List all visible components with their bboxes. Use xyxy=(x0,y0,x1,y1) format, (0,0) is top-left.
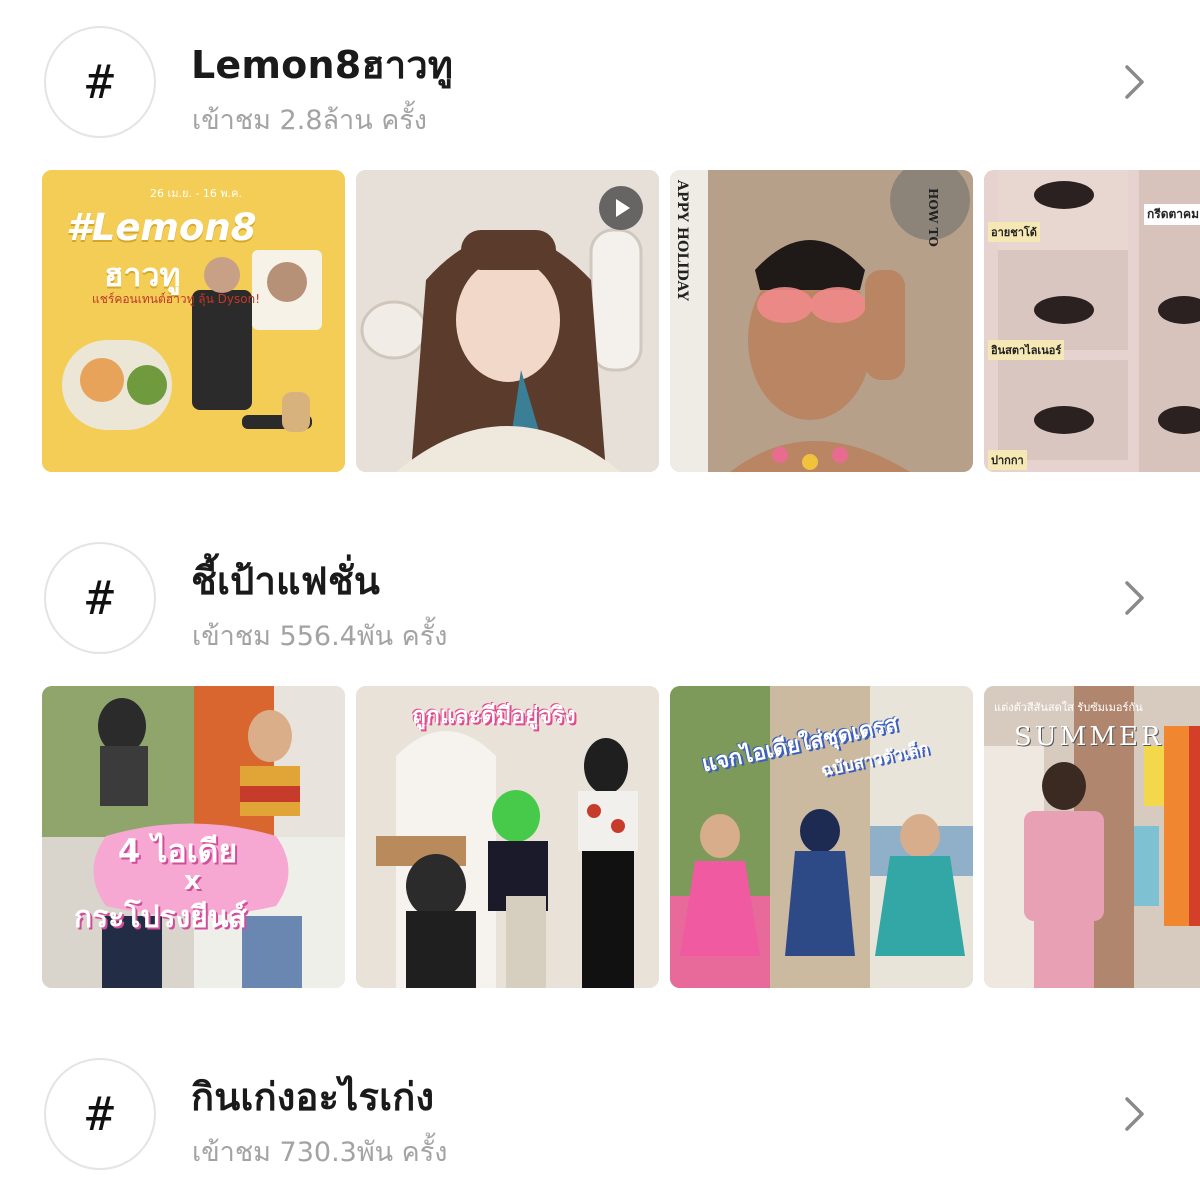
thumbnail-strip: #Lemon8 ฮาวทู แชร์คอนเทนต์ฮาวทู ลุ้น Dys… xyxy=(0,170,1200,474)
thumbnail-post[interactable] xyxy=(356,170,659,472)
thumbnail-post[interactable]: 4 ไอเดีย x กระโปรงยีนส์ xyxy=(42,686,345,988)
thumbnail-caption-sub: กรีดตาคม สำหรับสาว xyxy=(1144,204,1200,225)
thumbnail-caption: อายชาโด้ xyxy=(988,222,1040,242)
thumbnail-caption: 4 ไอเดีย xyxy=(118,832,238,870)
hashtag-view-count: เข้าชม 556.4พัน ครั้ง xyxy=(192,621,448,652)
thumbnail-caption-detail: แชร์คอนเทนต์ฮาวทู ลุ้น Dyson! xyxy=(92,292,261,306)
thumbnail-caption-sub: แต่งตัวสีสันสดใส รับซัมเมอร์กัน xyxy=(994,701,1143,714)
hashtag-header[interactable]: # กินเก่งอะไรเก่ง เข้าชม 730.3พัน ครั้ง xyxy=(0,1032,1200,1182)
thumbnail-post[interactable]: #Lemon8 ฮาวทู แชร์คอนเทนต์ฮาวทู ลุ้น Dys… xyxy=(42,170,345,472)
thumbnail-caption: ถูกและดีมีอยู่จริง xyxy=(412,703,576,729)
chevron-right-icon[interactable] xyxy=(1118,580,1150,616)
thumbnail-caption-date: 26 เม.ย. - 16 พ.ค. xyxy=(150,187,243,200)
hashtag-symbol: # xyxy=(86,1087,114,1141)
thumbnail-caption-extra: ปากกา xyxy=(988,450,1027,470)
thumbnail-post[interactable]: ถูกและดีมีอยู่จริง xyxy=(356,686,659,988)
hashtag-icon: # xyxy=(44,1058,156,1170)
thumbnail-caption-detail: อินสตาไลเนอร์ xyxy=(988,340,1065,360)
thumbnail-caption-detail: กระโปรงยีนส์ xyxy=(74,900,247,935)
thumbnail-caption: SUMMER xyxy=(1014,722,1164,752)
thumbnail-post[interactable]: APPY HOLIDAY HOW TO xyxy=(670,170,973,472)
hashtag-symbol: # xyxy=(86,55,114,109)
hashtag-list: # Lemon8ฮาวทู เข้าชม 2.8ล้าน ครั้ง #Lemo… xyxy=(0,0,1200,1200)
hashtag-section-fashion[interactable]: # ชี้เป้าแฟชั่น เข้าชม 556.4พัน ครั้ง 4 … xyxy=(0,516,1200,988)
hashtag-section-eating[interactable]: # กินเก่งอะไรเก่ง เข้าชม 730.3พัน ครั้ง xyxy=(0,1032,1200,1182)
thumbnail-strip: 4 ไอเดีย x กระโปรงยีนส์ ถูกและดีมีอยู่จร… xyxy=(0,686,1200,990)
hashtag-symbol: # xyxy=(86,571,114,625)
hashtag-title: กินเก่งอะไรเก่ง xyxy=(191,1075,435,1119)
hashtag-icon: # xyxy=(44,542,156,654)
hashtag-title: ชี้เป้าแฟชั่น xyxy=(191,559,381,603)
chevron-right-icon[interactable] xyxy=(1118,64,1150,100)
thumbnail-caption-sub: x xyxy=(184,866,201,896)
hashtag-view-count: เข้าชม 2.8ล้าน ครั้ง xyxy=(192,105,427,136)
hashtag-icon: # xyxy=(44,26,156,138)
thumbnail-caption-sub: HOW TO xyxy=(926,188,940,247)
thumbnail-post[interactable]: แจกไอเดียใส่ชุดเดรส ฉบับสาวตัวเล็ก xyxy=(670,686,973,988)
hashtag-title: Lemon8ฮาวทู xyxy=(191,43,454,87)
hashtag-header[interactable]: # Lemon8ฮาวทู เข้าชม 2.8ล้าน ครั้ง xyxy=(0,0,1200,150)
thumbnail-post[interactable]: SUMMER แต่งตัวสีสันสดใส รับซัมเมอร์กัน xyxy=(984,686,1200,988)
thumbnail-caption: APPY HOLIDAY xyxy=(674,180,690,301)
hashtag-section-lemon8-howto[interactable]: # Lemon8ฮาวทู เข้าชม 2.8ล้าน ครั้ง #Lemo… xyxy=(0,0,1200,472)
chevron-right-icon[interactable] xyxy=(1118,1096,1150,1132)
thumbnail-caption: #Lemon8 xyxy=(66,206,257,249)
hashtag-header[interactable]: # ชี้เป้าแฟชั่น เข้าชม 556.4พัน ครั้ง xyxy=(0,516,1200,666)
hashtag-view-count: เข้าชม 730.3พัน ครั้ง xyxy=(192,1137,448,1168)
thumbnail-post[interactable]: อายชาโด้ กรีดตาคม สำหรับสาว อินสตาไลเนอร… xyxy=(984,170,1200,472)
play-icon[interactable] xyxy=(599,186,643,230)
